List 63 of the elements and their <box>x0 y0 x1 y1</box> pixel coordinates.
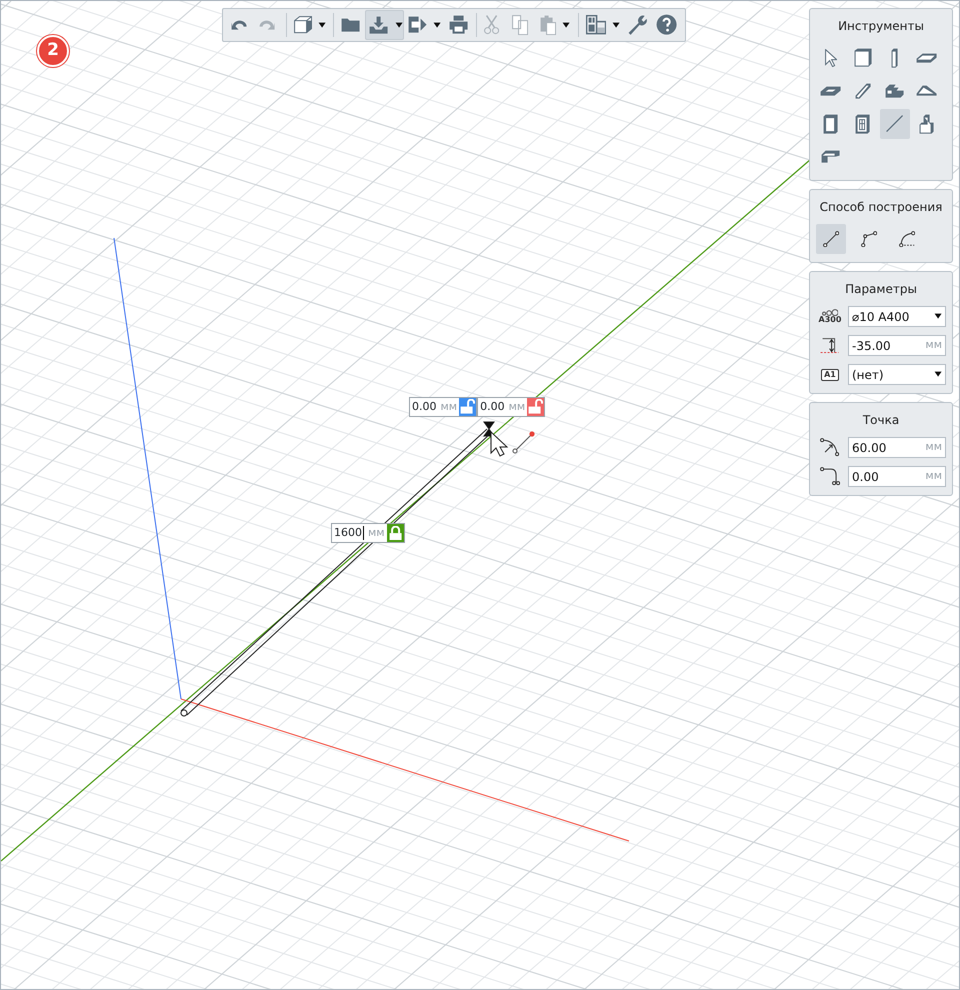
icon-label: A300 <box>818 316 842 324</box>
window-icon <box>855 114 871 134</box>
foundation-icon <box>919 114 935 134</box>
dimension-value: 1600 <box>334 524 364 542</box>
dropdown-caret-icon <box>432 22 442 28</box>
dropdown-caret-icon <box>394 22 403 28</box>
dropdown-caret-icon <box>318 22 326 28</box>
copy-icon <box>512 14 528 36</box>
column-icon <box>891 48 899 68</box>
arc-segment-icon <box>898 230 916 248</box>
dimension-input[interactable]: 0.00 мм <box>477 397 546 417</box>
wrench-icon <box>628 14 648 36</box>
slab-icon <box>916 52 938 64</box>
tray-download-icon <box>369 16 389 34</box>
help-icon <box>656 14 678 36</box>
beam-icon <box>854 82 872 100</box>
input-field[interactable]: 60.00 мм <box>848 437 946 458</box>
line-icon <box>886 115 904 133</box>
dropdown-caret-icon <box>612 22 620 28</box>
method-option[interactable] <box>816 224 846 254</box>
panel-title: Способ построения <box>818 199 944 216</box>
bar-circles-icon <box>822 308 838 316</box>
export-arrow-icon <box>408 16 427 34</box>
dropdown-caret-icon <box>562 22 570 28</box>
undo-icon <box>231 20 248 30</box>
cursor-icon <box>490 430 508 457</box>
dimension-input[interactable]: 0.00 мм <box>409 397 478 417</box>
panel-title: Параметры <box>844 281 918 298</box>
clipboard-icon <box>540 14 556 36</box>
stairs-icon <box>885 84 905 98</box>
dropdown-field[interactable]: ⌀10 A400 <box>848 306 946 327</box>
frame-slab-icon <box>820 86 842 96</box>
dropdown-caret-icon <box>934 313 942 320</box>
panel-title: Инструменты <box>837 18 925 35</box>
dimension-value: 0.00 <box>412 398 436 415</box>
panel-title: Точка <box>862 412 900 429</box>
folder-icon <box>341 18 361 32</box>
dimension-input[interactable]: 1600 мм <box>331 523 405 543</box>
redo-icon <box>259 20 276 30</box>
input-field[interactable]: -35.00 мм <box>848 335 946 356</box>
door-icon <box>823 114 839 134</box>
segment-icon <box>512 431 535 454</box>
box-icon <box>854 48 872 68</box>
offset-icon <box>820 338 840 354</box>
layout-grid-icon <box>586 15 606 35</box>
scissors-icon <box>484 15 500 35</box>
pointer-icon <box>824 48 838 68</box>
ramp-icon <box>916 85 938 97</box>
hook-icon <box>820 467 840 486</box>
cube-icon <box>294 16 312 34</box>
icon-label: A1 <box>821 368 839 380</box>
step-number: 2 <box>37 35 69 67</box>
printer-icon <box>449 15 468 35</box>
dropdown-caret-icon <box>934 371 942 378</box>
input-field[interactable]: 0.00 мм <box>848 466 946 487</box>
dropdown-field[interactable]: (нет) <box>848 364 946 385</box>
bend-radius-icon <box>820 438 840 457</box>
wall-corner-icon <box>821 150 841 164</box>
dimension-value: 0.00 <box>480 398 505 415</box>
straight-segment-icon <box>822 230 840 248</box>
toolbar-button[interactable] <box>365 10 404 40</box>
tool-button[interactable] <box>880 109 910 139</box>
bent-segment-icon <box>860 230 878 248</box>
